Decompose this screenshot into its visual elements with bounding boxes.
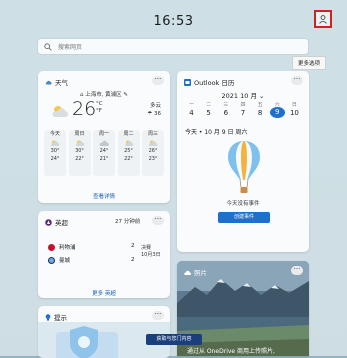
team2-score: 2 — [131, 257, 135, 263]
weather-condition: 多云 ☂ 36 — [147, 103, 161, 117]
tips-action-button[interactable]: 获取与您门内容 — [146, 334, 202, 345]
weather-more-button[interactable]: ··· — [152, 76, 164, 85]
forecast-day[interactable]: 今天 30° 24° — [44, 130, 66, 176]
search-input[interactable]: 搜索网页 — [58, 42, 82, 51]
calendar-date[interactable]: 8 — [253, 109, 268, 118]
profile-button[interactable] — [314, 10, 332, 28]
weather-widget[interactable]: 天气 ··· ⌂ 上海市, 黄浦区 ✎ 26 °C °F 多云 ☂ 36 今天 … — [38, 71, 170, 203]
sports-time: 27 分钟前 — [115, 219, 141, 225]
sports-more-link[interactable]: 更多 英超 — [38, 289, 170, 297]
team1-score: 2 — [131, 243, 135, 249]
calendar-date[interactable]: 10 — [287, 109, 302, 118]
widgets-panel: 16:53 更多选项 搜索网页 天气 ··· ⌂ 上海市, 黄浦区 ✎ 26 °… — [0, 0, 347, 358]
photos-more-button[interactable]: ··· — [291, 266, 303, 275]
sports-more-button[interactable]: ··· — [152, 216, 164, 225]
outlook-icon — [184, 78, 191, 86]
create-event-button[interactable]: 创建事件 — [218, 212, 270, 223]
weather-title: 天气 — [45, 77, 68, 87]
team-row[interactable]: 利物浦 — [48, 243, 76, 251]
search-box[interactable]: 搜索网页 — [38, 39, 308, 54]
today-label: 今天 • 10 月 9 日 周六 — [185, 129, 248, 136]
sports-title: 英超 — [45, 217, 68, 227]
premier-league-icon — [45, 218, 52, 226]
calendar-month-selector[interactable]: 2021 10 月 ⌄ — [177, 90, 309, 100]
cloud-icon — [142, 138, 164, 147]
man-city-crest-icon — [48, 256, 55, 264]
edit-icon[interactable]: ✎ — [122, 92, 128, 98]
calendar-date[interactable]: 7 — [235, 109, 250, 118]
forecast-day[interactable]: 周二 25° 22° — [117, 130, 140, 176]
tips-more-button[interactable]: ··· — [152, 311, 164, 320]
person-icon — [319, 14, 327, 24]
weather-more-link[interactable]: 查看详情 — [38, 192, 170, 200]
liverpool-crest-icon — [48, 243, 55, 251]
tips-widget[interactable]: 提示 ··· — [38, 306, 170, 358]
lightbulb-icon — [45, 313, 51, 321]
tips-title: 提示 — [45, 312, 67, 322]
cloud-icon — [69, 138, 91, 147]
match-info: 决赛 10月3日 — [141, 245, 161, 258]
calendar-date[interactable]: 5 — [201, 109, 216, 118]
calendar-title: Outlook 日历 — [184, 77, 234, 87]
temperature-unit-toggle[interactable]: °C °F — [96, 101, 103, 115]
forecast-day[interactable]: 周三 26° 23° — [142, 130, 164, 176]
weather-widget-icon — [45, 80, 52, 85]
cloud-icon — [44, 138, 66, 147]
calendar-widget[interactable]: Outlook 日历 ··· 2021 10 月 ⌄ 一 二 三 四 五 六 日… — [177, 71, 309, 252]
no-events-text: 今天没有事件 — [226, 201, 260, 207]
forecast-row: 今天 30° 24° 周日 30° 22° 周一 24° 21° 周二 25° — [44, 130, 164, 176]
forecast-day[interactable]: 周一 24° 21° — [93, 130, 115, 176]
calendar-dates: 4 5 6 7 8 9 10 — [184, 107, 302, 118]
cloud-icon — [93, 138, 115, 147]
more-options-tooltip: 更多选项 — [292, 56, 327, 70]
partly-cloudy-icon — [52, 106, 69, 117]
hot-air-balloon-illustration — [228, 141, 260, 193]
cloud-icon — [118, 138, 140, 147]
calendar-date[interactable]: 6 — [218, 109, 233, 118]
team-row[interactable]: 曼城 — [48, 256, 70, 264]
search-icon — [44, 42, 53, 51]
weather-location[interactable]: ⌂ 上海市, 黄浦区 ✎ — [38, 90, 170, 98]
calendar-weekdays: 一 二 三 四 五 六 日 — [188, 102, 297, 108]
photos-title: 照片 — [184, 267, 207, 277]
current-temperature: 26 — [72, 98, 97, 120]
calendar-more-button[interactable]: ··· — [291, 76, 303, 85]
clock-time: 16:53 — [153, 14, 194, 29]
photos-caption: 通过从 OneDrive 商用上传照片, — [187, 348, 275, 355]
calendar-date[interactable]: 4 — [184, 109, 199, 118]
calendar-date-today[interactable]: 9 — [269, 107, 285, 118]
forecast-day[interactable]: 周日 30° 22° — [68, 130, 91, 176]
cloud-icon — [184, 270, 191, 275]
